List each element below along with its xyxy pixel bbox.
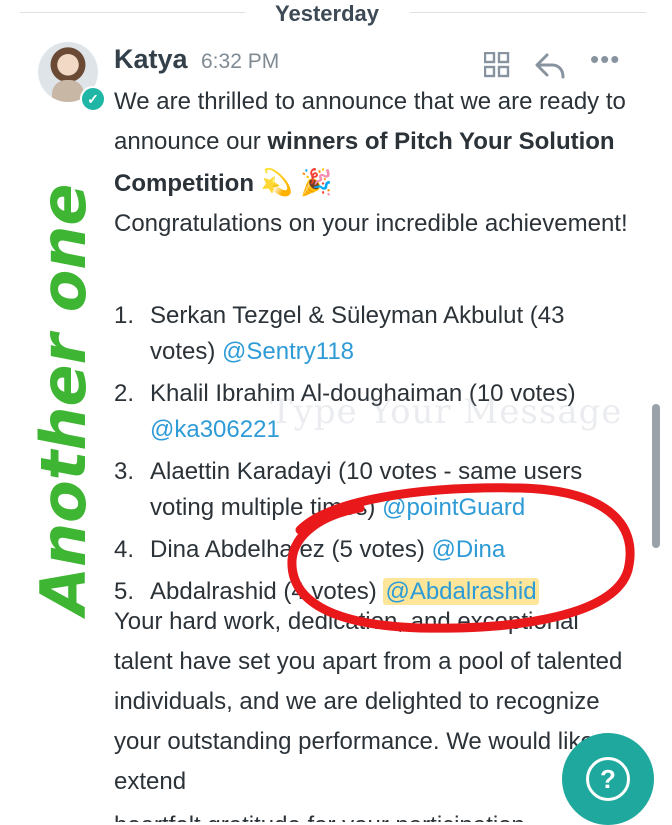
help-button[interactable]: ? — [562, 733, 654, 825]
help-icon: ? — [586, 757, 630, 801]
red-circle-annotation — [287, 483, 635, 633]
scrollbar[interactable] — [652, 404, 660, 548]
